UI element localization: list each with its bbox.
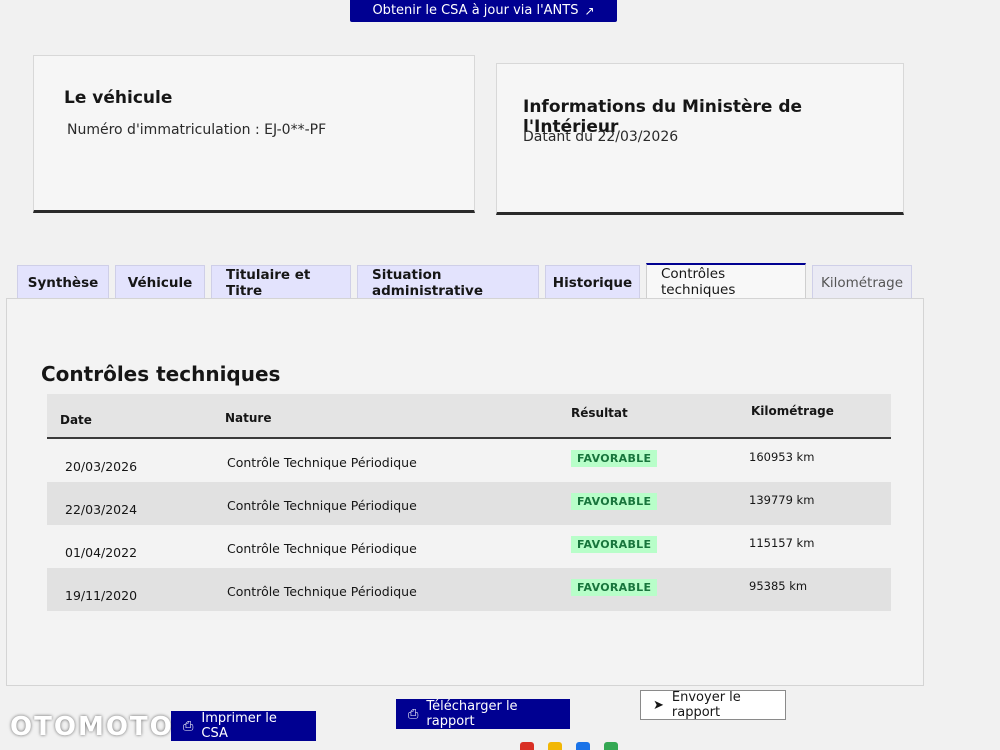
- printer-icon: ⎙: [183, 718, 194, 734]
- ministry-info-date: Datant du 22/03/2026: [523, 129, 679, 145]
- get-csa-button[interactable]: Obtenir le CSA à jour via l'ANTS ↗: [350, 0, 617, 22]
- table-row: 19/11/2020 Contrôle Technique Périodique…: [47, 568, 891, 611]
- table-row: 20/03/2026 Contrôle Technique Périodique…: [47, 439, 891, 482]
- header-nature: Nature: [225, 411, 272, 425]
- ministry-info-card: Informations du Ministère de l'Intérieur…: [496, 63, 904, 215]
- tab-vehicule[interactable]: Véhicule: [115, 265, 205, 299]
- print-csa-label: Imprimer le CSA: [201, 711, 277, 741]
- tab-situation-administrative[interactable]: Situation administrative: [357, 265, 539, 299]
- row-date: 22/03/2024: [65, 502, 138, 517]
- header-result: Résultat: [571, 406, 628, 420]
- tab-synthese[interactable]: Synthèse: [17, 265, 109, 299]
- row-km: 160953 km: [749, 450, 815, 464]
- tab-titulaire[interactable]: Titulaire et Titre: [211, 265, 351, 299]
- tab-controles-techniques[interactable]: Contrôles techniques: [646, 263, 806, 299]
- send-report-label: Envoyer le rapport: [671, 690, 741, 720]
- folder-icon[interactable]: [548, 742, 562, 750]
- store-icon[interactable]: [576, 742, 590, 750]
- result-badge: FAVORABLE: [571, 536, 658, 553]
- browser-icon[interactable]: [520, 742, 534, 750]
- taskbar-icons: [520, 742, 700, 750]
- download-report-button[interactable]: ⎙ Télécharger le rapport: [396, 699, 570, 729]
- vehicle-card: Le véhicule Numéro d'immatriculation : E…: [33, 55, 475, 213]
- otomoto-watermark: OTOMOTO: [10, 712, 174, 742]
- header-date: Date: [60, 413, 92, 427]
- tab-historique[interactable]: Historique: [545, 265, 640, 299]
- row-nature: Contrôle Technique Périodique: [227, 541, 417, 556]
- row-km: 115157 km: [749, 536, 815, 550]
- send-report-button[interactable]: ➤ Envoyer le rapport: [640, 690, 786, 720]
- result-badge: FAVORABLE: [571, 450, 658, 467]
- table-row: 22/03/2024 Contrôle Technique Périodique…: [47, 482, 891, 525]
- row-nature: Contrôle Technique Périodique: [227, 498, 417, 513]
- section-title: Contrôles techniques: [41, 362, 281, 386]
- result-badge: FAVORABLE: [571, 579, 658, 596]
- print-csa-button[interactable]: ⎙ Imprimer le CSA: [171, 711, 316, 741]
- row-km: 95385 km: [749, 579, 808, 593]
- tab-panel: Contrôles techniques Date Nature Résulta…: [6, 298, 924, 686]
- table-row: 01/04/2022 Contrôle Technique Périodique…: [47, 525, 891, 568]
- send-icon: ➤: [653, 697, 664, 713]
- download-report-label: Télécharger le rapport: [426, 699, 518, 729]
- row-date: 01/04/2022: [65, 545, 138, 560]
- external-link-icon: ↗: [584, 4, 595, 18]
- row-date: 19/11/2020: [65, 588, 138, 603]
- plate-number: Numéro d'immatriculation : EJ-0**-PF: [67, 122, 327, 138]
- vehicle-card-title: Le véhicule: [64, 88, 173, 108]
- row-date: 20/03/2026: [65, 459, 138, 474]
- tab-kilometrage[interactable]: Kilométrage: [812, 265, 912, 299]
- row-km: 139779 km: [749, 493, 815, 507]
- table-header: Date Nature Résultat Kilométrage: [47, 394, 891, 439]
- inspections-table: Date Nature Résultat Kilométrage 20/03/2…: [47, 394, 891, 611]
- printer-icon: ⎙: [408, 706, 419, 722]
- result-badge: FAVORABLE: [571, 493, 658, 510]
- row-nature: Contrôle Technique Périodique: [227, 584, 417, 599]
- get-csa-label: Obtenir le CSA à jour via l'ANTS: [372, 3, 579, 18]
- header-km: Kilométrage: [751, 404, 834, 418]
- app-icon[interactable]: [604, 742, 618, 750]
- tab-bar: Synthèse Véhicule Titulaire et Titre Sit…: [17, 263, 918, 299]
- row-nature: Contrôle Technique Périodique: [227, 455, 417, 470]
